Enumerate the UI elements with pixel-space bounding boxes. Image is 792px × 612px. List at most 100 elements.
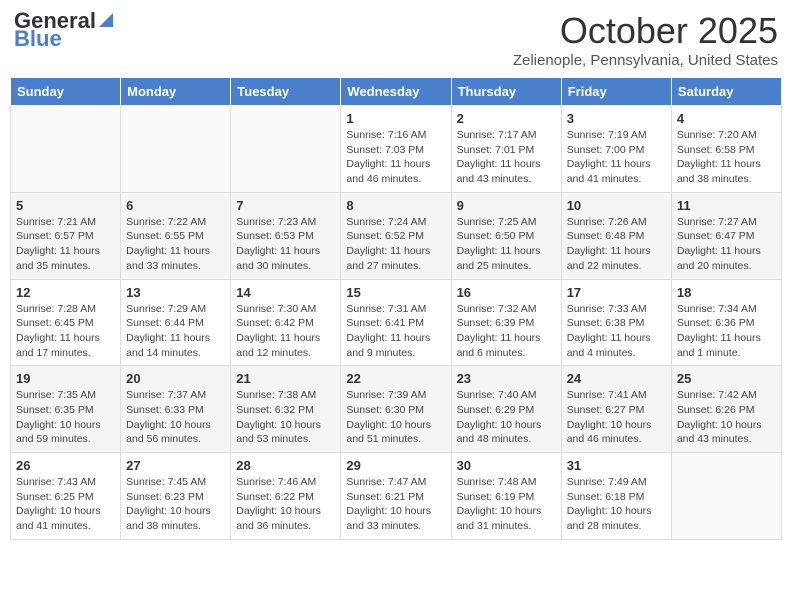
day-info: Sunrise: 7:45 AMSunset: 6:23 PMDaylight:… xyxy=(126,475,225,534)
day-info: Sunrise: 7:27 AMSunset: 6:47 PMDaylight:… xyxy=(677,215,776,274)
day-info: Sunrise: 7:22 AMSunset: 6:55 PMDaylight:… xyxy=(126,215,225,274)
calendar-cell: 25 Sunrise: 7:42 AMSunset: 6:26 PMDayligh… xyxy=(671,366,781,453)
day-header-friday: Friday xyxy=(561,78,671,106)
day-info: Sunrise: 7:19 AMSunset: 7:00 PMDaylight:… xyxy=(567,128,666,187)
day-info: Sunrise: 7:42 AMSunset: 6:26 PMDaylight:… xyxy=(677,388,776,447)
day-number: 27 xyxy=(126,458,225,473)
day-number: 8 xyxy=(346,198,445,213)
calendar-cell: 11 Sunrise: 7:27 AMSunset: 6:47 PMDayligh… xyxy=(671,192,781,279)
day-number: 30 xyxy=(457,458,556,473)
calendar-cell: 20Sunrise: 7:37 AMSunset: 6:33 PMDayligh… xyxy=(121,366,231,453)
calendar-cell: 31 Sunrise: 7:49 AMSunset: 6:18 PMDayligh… xyxy=(561,453,671,540)
calendar-cell: 5 Sunrise: 7:21 AMSunset: 6:57 PMDaylight… xyxy=(11,192,121,279)
day-info: Sunrise: 7:28 AMSunset: 6:45 PMDaylight:… xyxy=(16,302,115,361)
day-number: 20 xyxy=(126,371,225,386)
day-number: 14 xyxy=(236,285,335,300)
day-number: 5 xyxy=(16,198,115,213)
calendar-cell: 10Sunrise: 7:26 AMSunset: 6:48 PMDayligh… xyxy=(561,192,671,279)
day-info: Sunrise: 7:47 AMSunset: 6:21 PMDaylight:… xyxy=(346,475,445,534)
calendar-cell: 2 Sunrise: 7:17 AMSunset: 7:01 PMDaylight… xyxy=(451,106,561,193)
calendar-cell: 4Sunrise: 7:20 AMSunset: 6:58 PMDaylight… xyxy=(671,106,781,193)
day-number: 19 xyxy=(16,371,115,386)
day-number: 10 xyxy=(567,198,666,213)
day-info: Sunrise: 7:29 AMSunset: 6:44 PMDaylight:… xyxy=(126,302,225,361)
calendar-cell: 29 Sunrise: 7:47 AMSunset: 6:21 PMDayligh… xyxy=(341,453,451,540)
day-header-wednesday: Wednesday xyxy=(341,78,451,106)
logo: General Blue xyxy=(14,10,113,50)
day-info: Sunrise: 7:49 AMSunset: 6:18 PMDaylight:… xyxy=(567,475,666,534)
day-number: 15 xyxy=(346,285,445,300)
day-info: Sunrise: 7:33 AMSunset: 6:38 PMDaylight:… xyxy=(567,302,666,361)
day-info: Sunrise: 7:32 AMSunset: 6:39 PMDaylight:… xyxy=(457,302,556,361)
day-info: Sunrise: 7:24 AMSunset: 6:52 PMDaylight:… xyxy=(346,215,445,274)
page-header: General Blue October 2025 Zelienople, Pe… xyxy=(10,10,782,69)
day-number: 25 xyxy=(677,371,776,386)
day-number: 3 xyxy=(567,111,666,126)
calendar-cell: 9 Sunrise: 7:25 AMSunset: 6:50 PMDaylight… xyxy=(451,192,561,279)
day-info: Sunrise: 7:39 AMSunset: 6:30 PMDaylight:… xyxy=(346,388,445,447)
day-number: 12 xyxy=(16,285,115,300)
location: Zelienople, Pennsylvania, United States xyxy=(513,52,778,69)
day-number: 31 xyxy=(567,458,666,473)
calendar-cell: 27 Sunrise: 7:45 AMSunset: 6:23 PMDayligh… xyxy=(121,453,231,540)
calendar-cell xyxy=(231,106,341,193)
day-info: Sunrise: 7:34 AMSunset: 6:36 PMDaylight:… xyxy=(677,302,776,361)
calendar-cell xyxy=(11,106,121,193)
calendar-cell: 21 Sunrise: 7:38 AMSunset: 6:32 PMDayligh… xyxy=(231,366,341,453)
calendar-cell: 14 Sunrise: 7:30 AMSunset: 6:42 PMDayligh… xyxy=(231,279,341,366)
calendar-cell: 15Sunrise: 7:31 AMSunset: 6:41 PMDayligh… xyxy=(341,279,451,366)
logo-arrow-icon xyxy=(99,13,113,31)
calendar-cell: 1 Sunrise: 7:16 AMSunset: 7:03 PMDaylight… xyxy=(341,106,451,193)
day-number: 11 xyxy=(677,198,776,213)
day-info: Sunrise: 7:40 AMSunset: 6:29 PMDaylight:… xyxy=(457,388,556,447)
day-header-monday: Monday xyxy=(121,78,231,106)
title-block: October 2025 Zelienople, Pennsylvania, U… xyxy=(513,10,778,69)
day-number: 17 xyxy=(567,285,666,300)
day-number: 26 xyxy=(16,458,115,473)
calendar-cell: 30 Sunrise: 7:48 AMSunset: 6:19 PMDayligh… xyxy=(451,453,561,540)
day-info: Sunrise: 7:38 AMSunset: 6:32 PMDaylight:… xyxy=(236,388,335,447)
day-number: 6 xyxy=(126,198,225,213)
day-header-tuesday: Tuesday xyxy=(231,78,341,106)
calendar-cell: 22 Sunrise: 7:39 AMSunset: 6:30 PMDayligh… xyxy=(341,366,451,453)
day-header-thursday: Thursday xyxy=(451,78,561,106)
day-number: 2 xyxy=(457,111,556,126)
day-number: 9 xyxy=(457,198,556,213)
calendar-cell: 7 Sunrise: 7:23 AMSunset: 6:53 PMDaylight… xyxy=(231,192,341,279)
day-number: 21 xyxy=(236,371,335,386)
calendar-cell: 23 Sunrise: 7:40 AMSunset: 6:29 PMDayligh… xyxy=(451,366,561,453)
calendar-cell: 26Sunrise: 7:43 AMSunset: 6:25 PMDayligh… xyxy=(11,453,121,540)
calendar-cell xyxy=(121,106,231,193)
day-info: Sunrise: 7:35 AMSunset: 6:35 PMDaylight:… xyxy=(16,388,115,447)
calendar-cell: 12 Sunrise: 7:28 AMSunset: 6:45 PMDayligh… xyxy=(11,279,121,366)
day-header-sunday: Sunday xyxy=(11,78,121,106)
calendar-cell: 16 Sunrise: 7:32 AMSunset: 6:39 PMDayligh… xyxy=(451,279,561,366)
day-number: 29 xyxy=(346,458,445,473)
day-info: Sunrise: 7:30 AMSunset: 6:42 PMDaylight:… xyxy=(236,302,335,361)
calendar-cell: 24 Sunrise: 7:41 AMSunset: 6:27 PMDayligh… xyxy=(561,366,671,453)
calendar-cell: 17 Sunrise: 7:33 AMSunset: 6:38 PMDayligh… xyxy=(561,279,671,366)
day-info: Sunrise: 7:16 AMSunset: 7:03 PMDaylight:… xyxy=(346,128,445,187)
day-info: Sunrise: 7:25 AMSunset: 6:50 PMDaylight:… xyxy=(457,215,556,274)
day-info: Sunrise: 7:17 AMSunset: 7:01 PMDaylight:… xyxy=(457,128,556,187)
calendar-cell xyxy=(671,453,781,540)
calendar-cell: 13Sunrise: 7:29 AMSunset: 6:44 PMDayligh… xyxy=(121,279,231,366)
calendar-cell: 18 Sunrise: 7:34 AMSunset: 6:36 PMDayligh… xyxy=(671,279,781,366)
day-info: Sunrise: 7:41 AMSunset: 6:27 PMDaylight:… xyxy=(567,388,666,447)
day-number: 18 xyxy=(677,285,776,300)
day-header-saturday: Saturday xyxy=(671,78,781,106)
month-title: October 2025 xyxy=(513,10,778,52)
day-number: 22 xyxy=(346,371,445,386)
day-info: Sunrise: 7:23 AMSunset: 6:53 PMDaylight:… xyxy=(236,215,335,274)
day-info: Sunrise: 7:20 AMSunset: 6:58 PMDaylight:… xyxy=(677,128,776,187)
day-number: 24 xyxy=(567,371,666,386)
day-info: Sunrise: 7:21 AMSunset: 6:57 PMDaylight:… xyxy=(16,215,115,274)
calendar-cell: 6 Sunrise: 7:22 AMSunset: 6:55 PMDaylight… xyxy=(121,192,231,279)
logo-blue-text: Blue xyxy=(14,28,62,50)
day-info: Sunrise: 7:48 AMSunset: 6:19 PMDaylight:… xyxy=(457,475,556,534)
calendar-cell: 8 Sunrise: 7:24 AMSunset: 6:52 PMDaylight… xyxy=(341,192,451,279)
day-number: 1 xyxy=(346,111,445,126)
day-number: 7 xyxy=(236,198,335,213)
day-number: 16 xyxy=(457,285,556,300)
day-number: 23 xyxy=(457,371,556,386)
